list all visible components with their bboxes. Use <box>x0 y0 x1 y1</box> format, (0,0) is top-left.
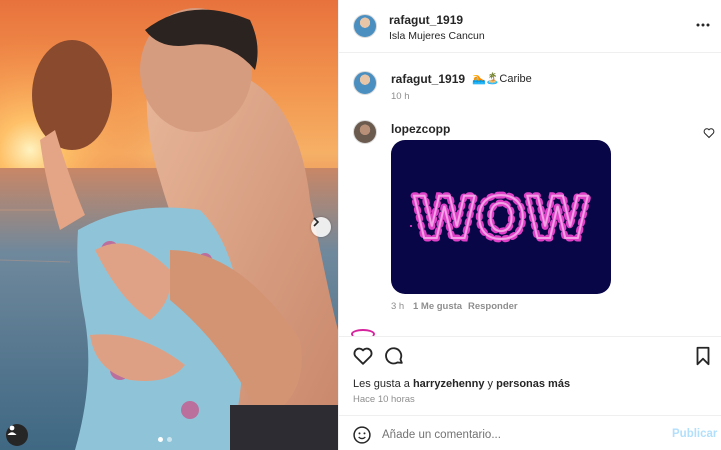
emoji-icon <box>353 426 371 444</box>
likes-others[interactable]: personas más <box>496 378 570 390</box>
wow-gif-art: WOW WOW <box>409 181 593 256</box>
caption-text: 🏊🏝️Caribe <box>472 73 532 85</box>
comment-input[interactable] <box>382 424 652 446</box>
user-tag-icon <box>7 425 17 435</box>
comment-gif[interactable]: WOW WOW <box>391 140 611 294</box>
carousel-dot-active <box>158 437 163 442</box>
more-options-button[interactable] <box>694 16 712 34</box>
likes-summary: Les gusta a harryzehenny y personas más <box>353 378 570 390</box>
carousel-dot <box>167 437 172 442</box>
save-button[interactable] <box>692 345 714 367</box>
likes-user[interactable]: harryzehenny <box>413 378 485 390</box>
caption-time: 10 h <box>391 91 410 102</box>
like-button[interactable] <box>352 345 374 367</box>
carousel-indicator <box>158 437 172 442</box>
post-header: rafagut_1919 Isla Mujeres Cancun <box>339 0 721 53</box>
next-comment-avatar-peek <box>351 329 375 336</box>
publish-button[interactable]: Publicar <box>672 428 717 440</box>
comment-button[interactable] <box>383 345 405 367</box>
post-photo[interactable] <box>0 0 338 450</box>
likes-prefix: Les gusta a <box>353 378 413 390</box>
reply-button[interactable]: Responder <box>468 301 518 312</box>
post-details-panel: rafagut_1919 Isla Mujeres Cancun rafagut… <box>338 0 721 450</box>
more-horizontal-icon <box>696 23 710 27</box>
comment-composer: Publicar <box>339 415 721 450</box>
comment-author[interactable]: lopezcopp <box>391 122 450 136</box>
post-location[interactable]: Isla Mujeres Cancun <box>389 30 485 42</box>
photo-illustration <box>0 0 338 450</box>
like-comment-button[interactable] <box>703 126 715 139</box>
post-timestamp[interactable]: Hace 10 horas <box>353 394 415 405</box>
comment-icon <box>385 347 403 365</box>
tagged-users-button[interactable] <box>6 424 28 446</box>
gif-text-outline: WOW <box>412 184 589 252</box>
author-username[interactable]: rafagut_1919 <box>389 13 463 27</box>
comments-list[interactable]: rafagut_1919 🏊🏝️Caribe 10 h lopezcopp WO… <box>339 53 721 336</box>
caption-author-avatar[interactable] <box>353 71 377 95</box>
author-avatar[interactable] <box>353 14 377 38</box>
bookmark-icon <box>696 346 710 366</box>
comment-like-count[interactable]: 1 Me gusta <box>413 301 462 312</box>
heart-outline-icon <box>703 128 715 139</box>
emoji-button[interactable] <box>352 425 372 445</box>
likes-middle: y <box>484 378 497 390</box>
next-slide-button[interactable] <box>311 217 331 237</box>
comment-time: 3 h <box>391 301 405 312</box>
chevron-right-icon <box>313 217 320 227</box>
commenter-avatar[interactable] <box>353 120 377 144</box>
heart-icon <box>353 347 373 365</box>
caption-author[interactable]: rafagut_1919 <box>391 72 465 86</box>
post-actions: Les gusta a harryzehenny y personas más … <box>339 336 721 415</box>
